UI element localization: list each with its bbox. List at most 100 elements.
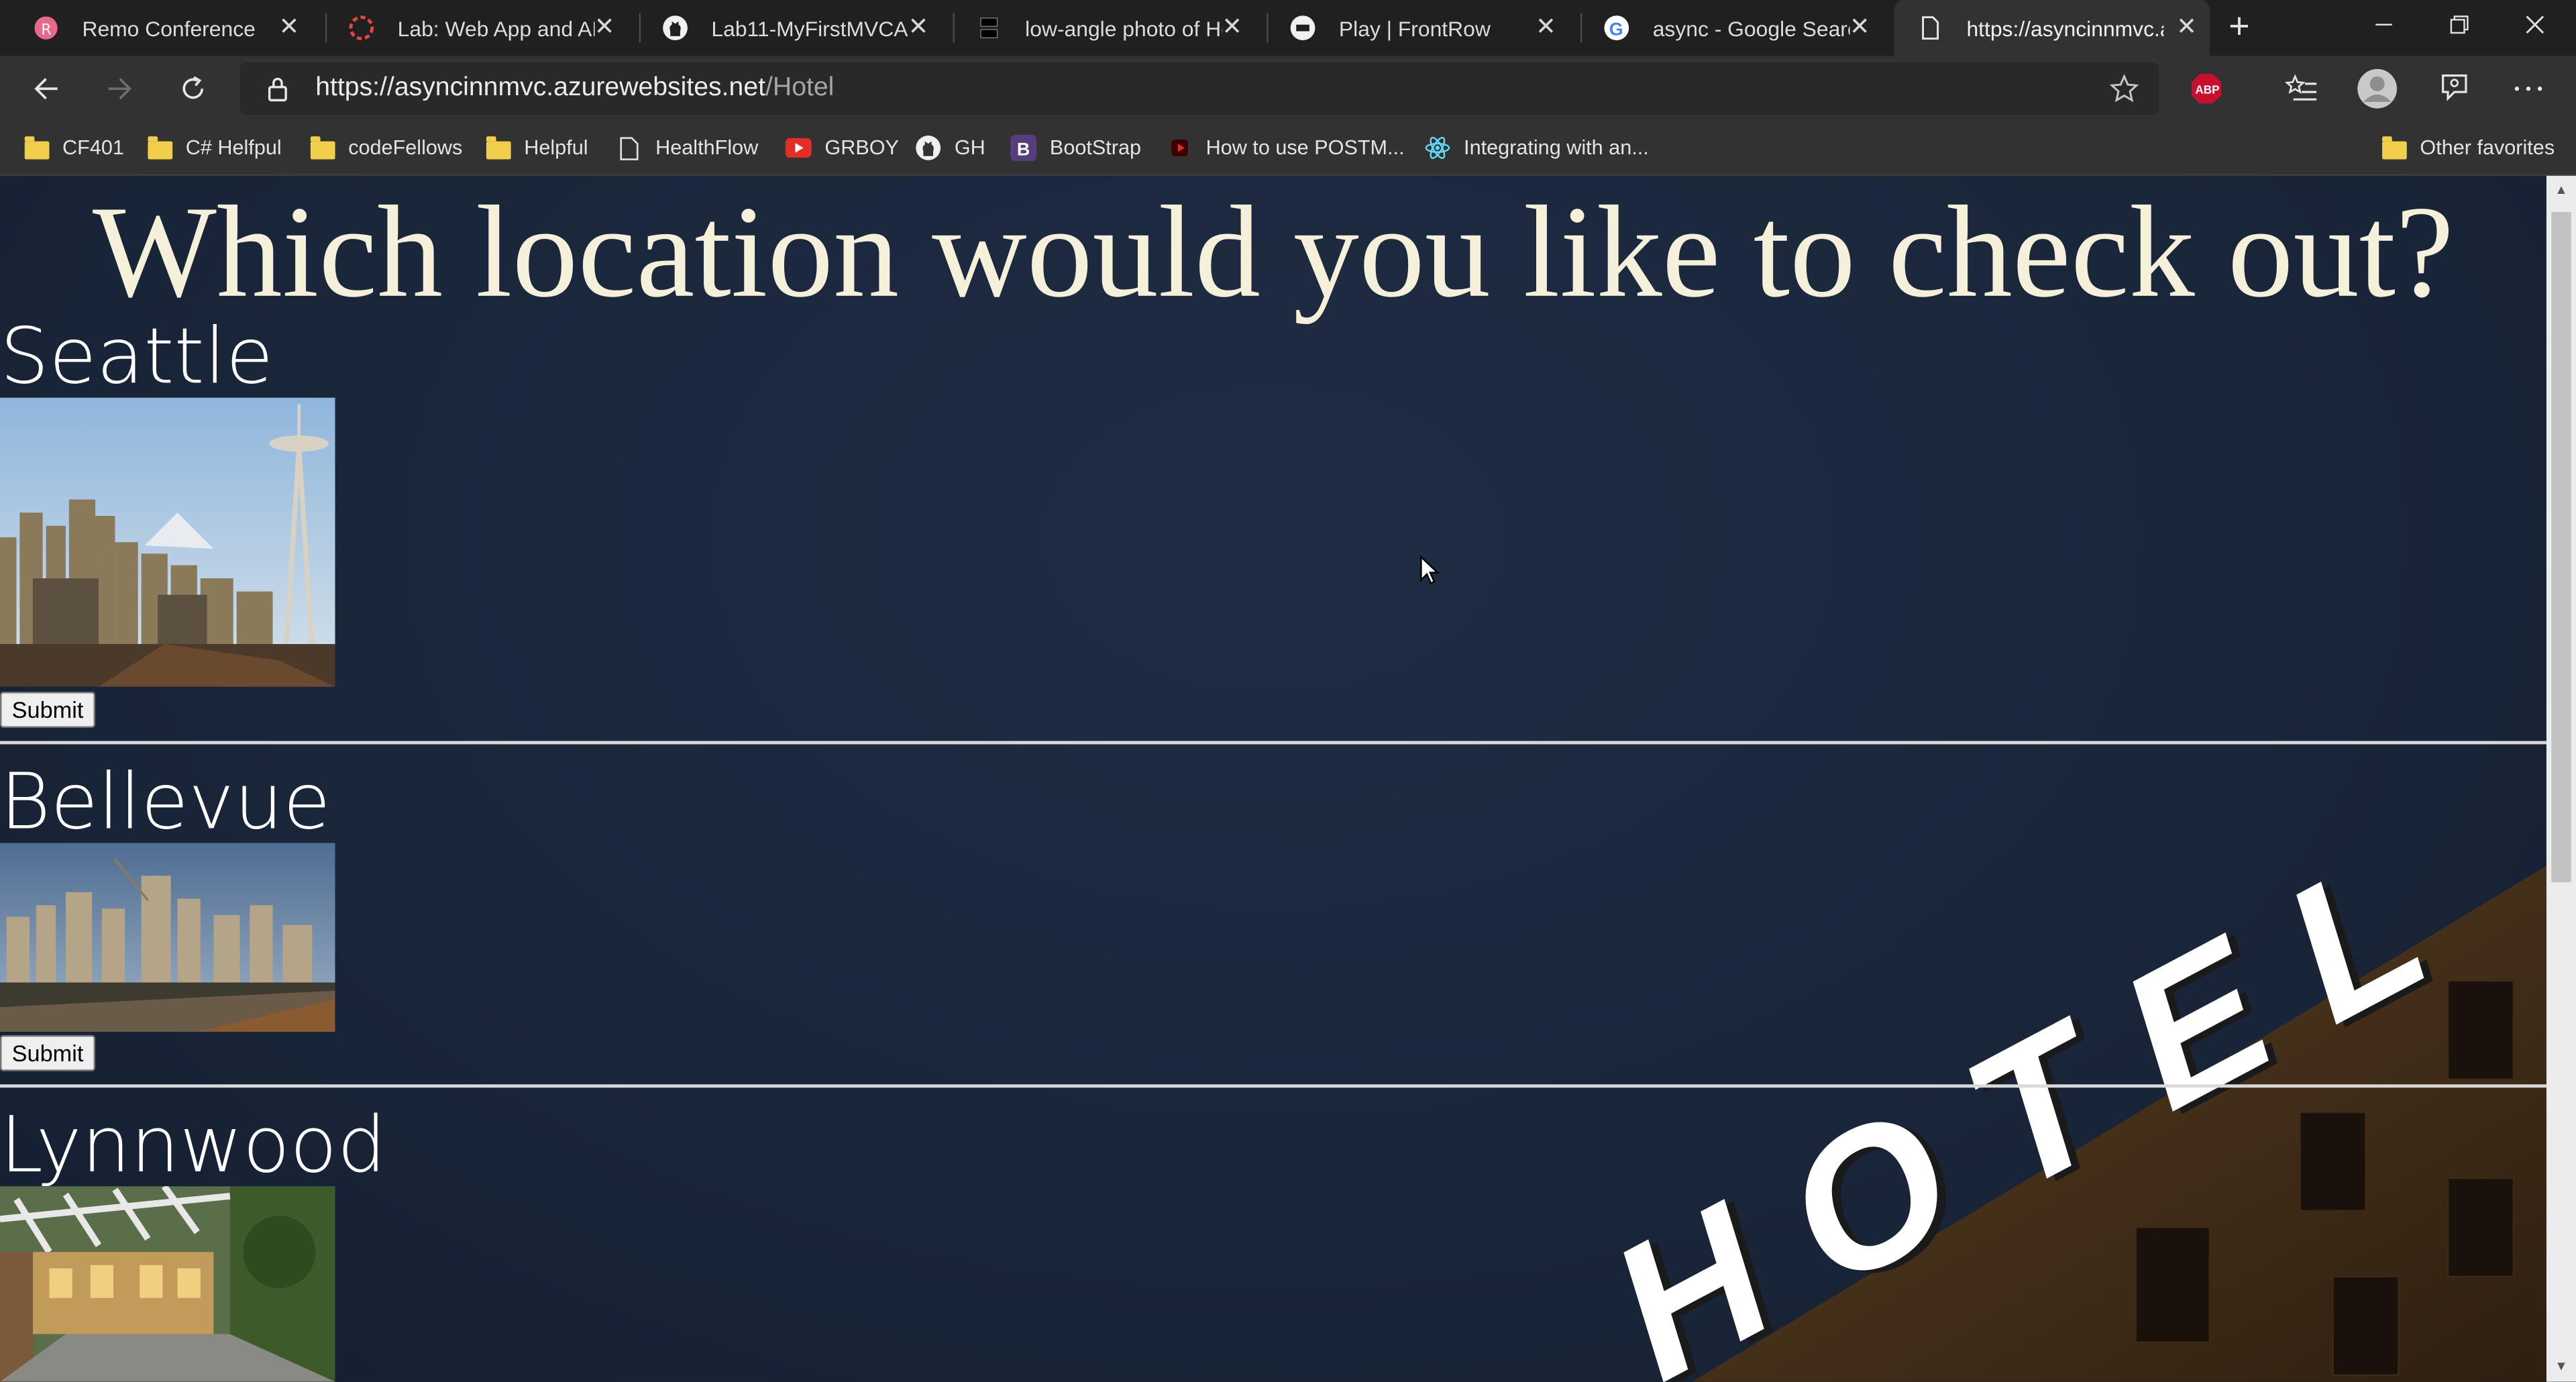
vertical-scrollbar[interactable]: ▲ ▼ [2546, 176, 2576, 1382]
tab-google-search[interactable]: G async - Google Search ✕ [1580, 0, 1883, 56]
restore-button[interactable] [2422, 0, 2498, 49]
mouse-cursor-icon [1420, 555, 1440, 585]
seattle-submit-button[interactable]: Submit [0, 692, 96, 728]
favorite-label: BootStrap [1049, 136, 1142, 160]
scrollbar-thumb[interactable] [2551, 211, 2571, 883]
close-icon[interactable]: ✕ [905, 14, 931, 41]
bootstrap-icon: B [1010, 134, 1037, 162]
favorites-bar: CF401 C# Helfpul codeFellows Helpful Hea… [0, 121, 2576, 176]
close-window-button[interactable] [2497, 0, 2573, 49]
favorite-postman-video[interactable]: How to use POSTM... [1167, 133, 1405, 162]
address-path: /Hotel [765, 74, 835, 102]
back-button[interactable] [23, 66, 69, 112]
back-arrow-icon [34, 78, 58, 100]
tab-unsplash-photo[interactable]: low-angle photo of Ho ✕ [953, 0, 1255, 56]
youtube-icon [785, 136, 812, 159]
favorite-helpful[interactable]: Helpful [484, 133, 588, 162]
bellevue-submit-button[interactable]: Submit [0, 1034, 96, 1071]
favorite-label: How to use POSTM... [1205, 136, 1405, 160]
folder-icon [23, 136, 49, 159]
star-icon[interactable] [2109, 74, 2139, 111]
tab-strip: R Remo Conference ✕ Lab: Web App and API… [0, 0, 2576, 56]
section-divider [0, 1084, 2546, 1088]
scroll-up-icon[interactable]: ▲ [2553, 182, 2569, 199]
lynnwood-courtyard-photo [0, 1186, 335, 1382]
page-content: HOTEL Which location would you like to c… [0, 176, 2546, 1382]
folder-icon [146, 136, 172, 159]
navigation-toolbar: https://asyncinnmvc.azurewebsites.net/Ho… [0, 56, 2576, 122]
page-heading: Which location would you like to check o… [92, 180, 2455, 325]
tab-title: Lab11-MyFirstMVCApp [711, 15, 908, 41]
minimize-button[interactable] [2346, 0, 2422, 49]
favorites-list-icon[interactable] [2279, 66, 2325, 112]
new-tab-button[interactable]: + [2221, 7, 2257, 44]
other-favorites-label: Other favorites [2420, 136, 2555, 160]
forward-arrow-icon [108, 78, 132, 100]
svg-text:G: G [1609, 19, 1623, 40]
close-icon[interactable]: ✕ [1847, 14, 1873, 41]
tab-lab11-github[interactable]: Lab11-MyFirstMVCApp ✕ [639, 0, 942, 56]
svg-text:R: R [41, 21, 51, 38]
section-divider [0, 741, 2546, 745]
close-icon[interactable]: ✕ [2174, 14, 2200, 41]
favorite-label: CF401 [62, 136, 124, 160]
tab-title: Remo Conference [82, 15, 256, 41]
tab-title: Play | FrontRow [1338, 15, 1491, 41]
more-menu-icon[interactable] [2506, 66, 2552, 112]
favorite-label: C# Helfpul [185, 136, 282, 160]
forward-button[interactable] [97, 66, 143, 112]
favorite-integrating[interactable]: Integrating with an... [1424, 133, 1649, 162]
favorite-grboy[interactable]: GRBOY [785, 133, 899, 162]
tab-frontrow[interactable]: Play | FrontRow ✕ [1267, 0, 1569, 56]
tab-asyncinnmvc[interactable]: https://asyncinnmvc.az ✕ [1894, 0, 2210, 56]
location-name-bellevue: Bellevue [0, 757, 331, 848]
favorite-label: codeFellows [348, 136, 463, 160]
scroll-down-icon[interactable]: ▼ [2553, 1359, 2569, 1375]
favorite-label: GRBOY [824, 136, 899, 160]
favorite-label: Integrating with an... [1464, 136, 1649, 160]
favorite-cf401[interactable]: CF401 [23, 133, 124, 162]
profile-avatar-icon[interactable] [2354, 66, 2400, 112]
close-icon[interactable]: ✕ [592, 14, 618, 41]
close-icon[interactable]: ✕ [1219, 14, 1245, 41]
folder-icon [2381, 136, 2407, 159]
favorite-gh[interactable]: GH [915, 133, 985, 162]
location-name-lynnwood: Lynnwood [0, 1100, 386, 1191]
tab-title: https://asyncinnmvc.az [1966, 15, 2164, 41]
feedback-icon[interactable] [2432, 66, 2478, 112]
favorite-label: GH [954, 136, 985, 160]
folder-icon [309, 136, 335, 159]
favorite-csharp-helpful[interactable]: C# Helfpul [146, 133, 282, 162]
video-icon [1167, 136, 1193, 159]
tab-remo-conference[interactable]: R Remo Conference ✕ [10, 0, 313, 56]
location-name-seattle: Seattle [0, 312, 274, 403]
folder-icon [484, 136, 511, 159]
close-icon[interactable]: ✕ [276, 14, 302, 41]
github-icon [662, 15, 688, 41]
favorite-healthflow[interactable]: HealthFlow [616, 133, 758, 162]
other-favorites[interactable]: Other favorites [2381, 133, 2555, 162]
adblock-plus-icon[interactable]: ABP [2184, 66, 2230, 112]
lock-icon[interactable] [266, 76, 292, 102]
tab-title: async - Google Search [1652, 15, 1850, 41]
unsplash-icon [976, 15, 1002, 41]
favorite-label: HealthFlow [655, 136, 759, 160]
github-icon [915, 136, 941, 160]
favorite-label: Helpful [524, 136, 588, 160]
address-bar[interactable]: https://asyncinnmvc.azurewebsites.net/Ho… [239, 62, 2159, 115]
bellevue-skyline-photo [0, 843, 335, 1032]
page-icon [616, 136, 642, 160]
tab-lab-web-app[interactable]: Lab: Web App and API ✕ [325, 0, 628, 56]
codefellows-icon [348, 15, 374, 41]
page-icon [1917, 15, 1943, 41]
seattle-skyline-photo [0, 397, 335, 687]
refresh-button[interactable] [171, 66, 217, 112]
tab-title: Lab: Web App and API [397, 15, 595, 41]
address-host: https://asyncinnmvc.azurewebsites.net [315, 74, 766, 102]
close-icon[interactable]: ✕ [1533, 14, 1559, 41]
favorite-codefellows[interactable]: codeFellows [309, 133, 462, 162]
remo-icon: R [33, 15, 59, 41]
favorite-bootstrap[interactable]: B BootStrap [1010, 133, 1141, 162]
svg-text:ABP: ABP [2195, 83, 2219, 97]
react-icon [1424, 136, 1450, 159]
